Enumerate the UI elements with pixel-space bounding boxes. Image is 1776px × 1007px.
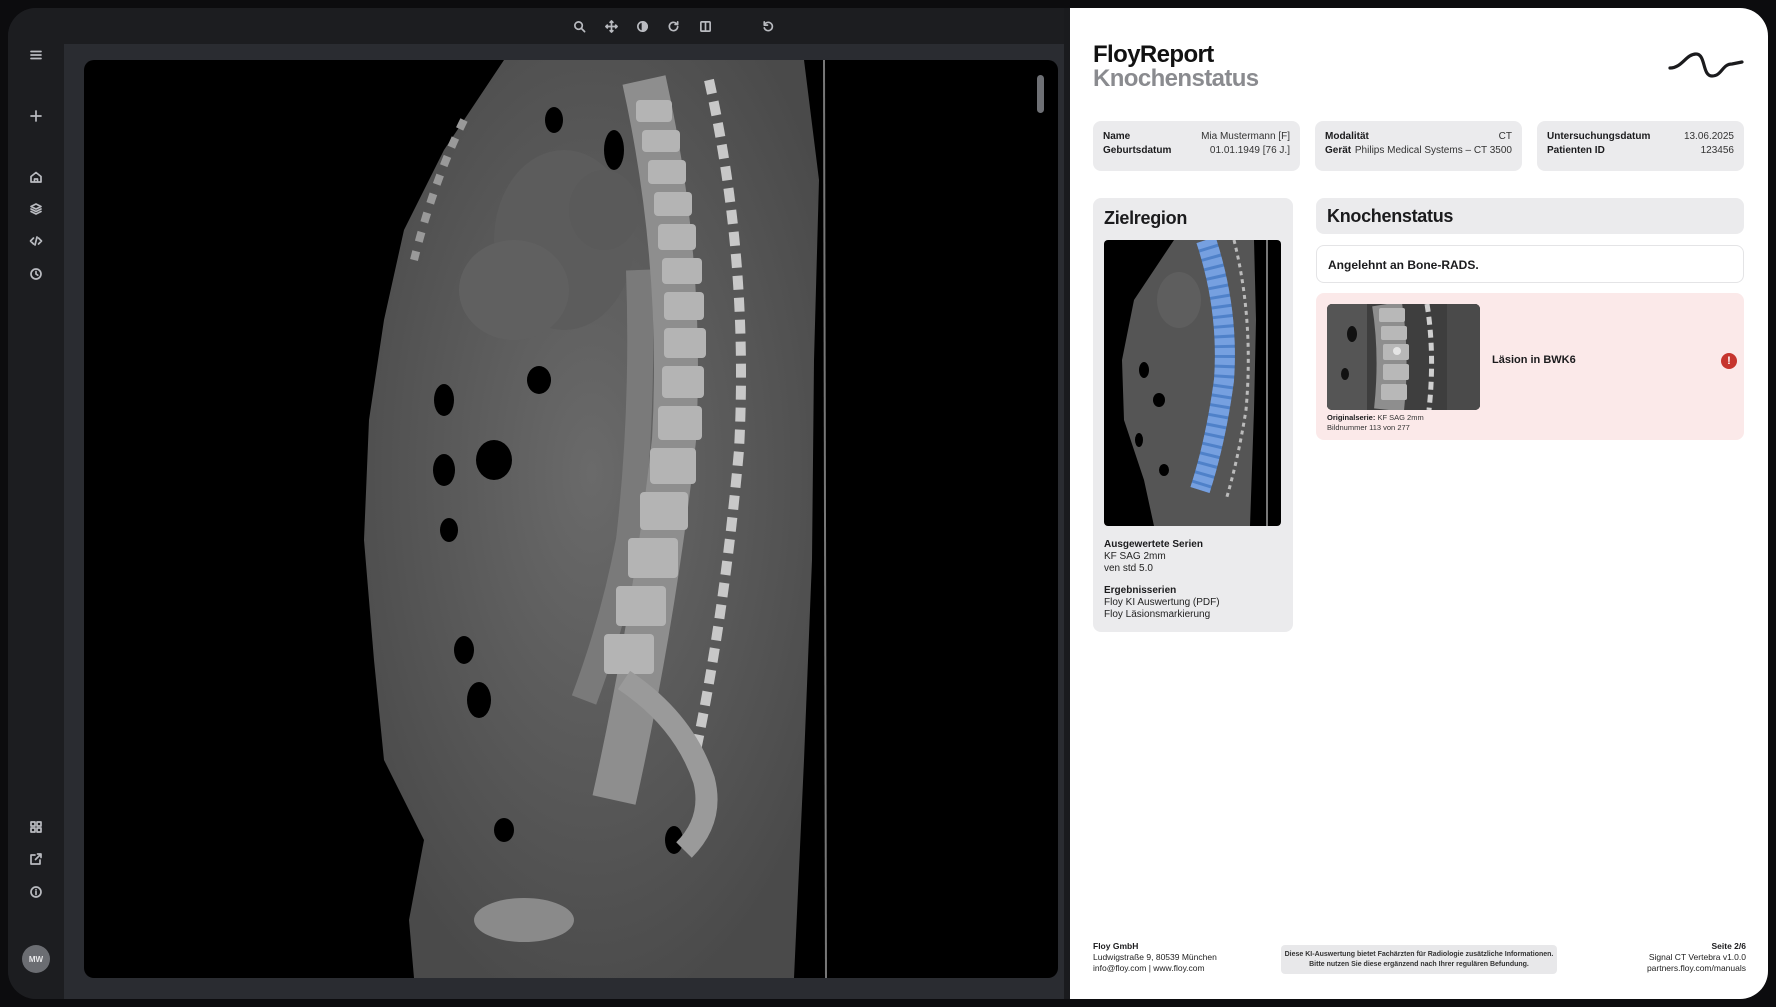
patient-id-label: Patienten ID [1547,145,1605,156]
plus-icon[interactable] [20,100,52,132]
dob-label: Geburtsdatum [1103,145,1172,156]
dob-value: 01.01.1949 [76 J.] [1209,145,1290,156]
device-value: Philips Medical Systems – CT 3500 [1354,145,1512,156]
result-series-heading: Ergebnisserien [1104,585,1177,596]
alert-icon: ! [1721,353,1737,369]
bone-rads-note: Angelehnt an Bone-RADS. [1316,245,1744,283]
layers-icon[interactable] [20,193,52,225]
report-subtitle: Knochenstatus [1093,65,1259,92]
ct-sagittal-image [364,60,827,978]
home-icon[interactable] [20,161,52,193]
caption-image-number: Bildnummer 113 von 277 [1327,423,1410,432]
disclaimer-line: Diese KI-Auswertung bietet Fachärzten fü… [1284,951,1554,958]
report-brand: FloyReport Knochenstatus [1093,43,1259,91]
zielregion-panel: Zielregion Ausgewertete Serien KF SAG 2m… [1093,198,1293,632]
exam-date-label: Untersuchungsdatum [1547,131,1651,142]
move-icon[interactable] [599,14,623,38]
contrast-icon[interactable] [630,14,654,38]
evaluated-series-item: ven std 5.0 [1104,563,1153,574]
company-address: Ludwigstraße 9, 80539 München [1093,952,1217,962]
split-view-icon[interactable] [693,14,717,38]
result-series-item: Floy KI Auswertung (PDF) [1104,597,1220,608]
menu-icon[interactable] [20,39,52,71]
rotate-icon[interactable] [661,14,685,38]
evaluated-series-item: KF SAG 2mm [1104,551,1166,562]
company-name: Floy GmbH [1093,941,1139,951]
clock-icon[interactable] [20,258,52,290]
lesion-label: Läsion in BWK6 [1492,354,1576,366]
external-link-icon[interactable] [20,843,52,875]
device-label: Gerät [1325,145,1352,156]
avatar[interactable]: MW [22,945,50,973]
disclaimer-line: Bitte nutzen Sie diese ergänzend nach Ih… [1309,960,1529,968]
search-icon[interactable] [567,14,591,38]
report-page: FloyReport Knochenstatus Name Mia Musterm… [1070,8,1768,999]
grid-icon[interactable] [20,811,52,843]
lesion-caption: Originalserie: KF SAG 2mm Bildnummer 113… [1327,413,1424,433]
ct-viewport[interactable] [84,60,1058,978]
viewer-sidebar: MW [8,8,64,999]
page-number: Seite 2/6 [1711,941,1747,951]
viewer-toolbar [64,8,1064,44]
disclaimer-box: Diese KI-Auswertung bietet Fachärzten fü… [1281,945,1557,974]
exam-date-value: 13.06.2025 [1683,131,1734,142]
exam-card: Untersuchungsdatum 13.06.2025 Patienten I… [1537,121,1744,171]
name-label: Name [1103,131,1131,142]
knochenstatus-header: Knochenstatus [1316,198,1744,234]
manuals-link[interactable]: partners.floy.com/manuals [1647,963,1746,974]
knochenstatus-title: Knochenstatus [1327,206,1454,226]
caption-series-value: KF SAG 2mm [1377,413,1424,422]
product-version: Signal CT Vertebra v1.0.0 [1648,952,1746,962]
code-icon[interactable] [20,225,52,257]
patient-card: Name Mia Mustermann [F] Geburtsdatum 01.01… [1093,121,1300,171]
lesion-thumbnail [1327,304,1480,410]
lesion-card: Originalserie: KF SAG 2mm Bildnummer 113… [1316,293,1744,440]
lesion-ct-image [1327,304,1480,410]
device-card: Modalität CT Gerät Philips Medical Systems… [1315,121,1522,171]
result-series-item: Floy Läsionsmarkierung [1104,609,1211,620]
zielregion-title: Zielregion [1104,208,1188,228]
patient-id-value: 123456 [1700,145,1734,156]
modality-value: CT [1498,131,1512,142]
caption-series-label: Originalserie: [1327,413,1376,422]
evaluated-series-heading: Ausgewertete Serien [1104,539,1203,550]
report-title: FloyReport [1093,41,1214,68]
company-contact: info@floy.com | www.floy.com [1093,963,1205,973]
name-value: Mia Mustermann [F] [1201,131,1290,142]
spine-overlay-image [1122,240,1268,526]
footer-company: Floy GmbH Ludwigstraße 9, 80539 München … [1093,941,1217,974]
viewer-area [64,44,1064,999]
zielregion-series-info: Ausgewertete Serien KF SAG 2mm ven std 5… [1104,539,1220,621]
floy-logo [1668,52,1744,78]
scrollbar-thumb[interactable] [1037,75,1044,113]
modality-label: Modalität [1325,131,1369,142]
zielregion-image [1104,240,1281,526]
info-icon[interactable] [20,876,52,908]
app-window: MW FloyReport Knochenstatus Name Mia Mus… [8,8,1768,999]
undo-icon[interactable] [755,14,779,38]
footer-meta: Seite 2/6 Signal CT Vertebra v1.0.0 part… [1647,941,1746,974]
